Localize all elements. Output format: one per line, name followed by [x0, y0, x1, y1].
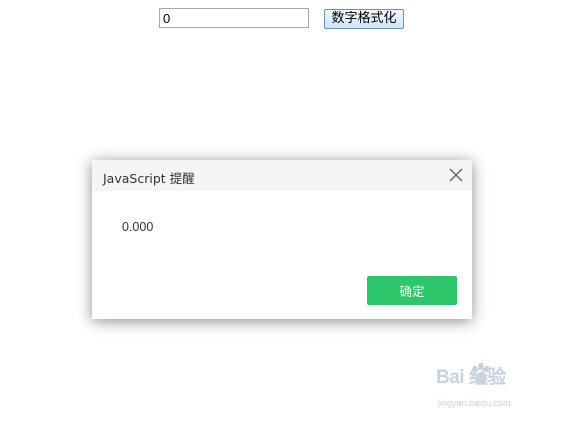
alert-dialog: JavaScript 提醒 0.000 确定: [92, 160, 472, 319]
dialog-title: JavaScript 提醒: [103, 171, 195, 186]
paw-icon: [472, 362, 490, 384]
baidu-jingyan-watermark: Bai 经验 jingyan.baidu.com: [436, 362, 546, 412]
number-input[interactable]: [159, 8, 309, 28]
dialog-header: JavaScript 提醒: [92, 160, 472, 191]
close-icon[interactable]: [448, 167, 464, 183]
dialog-message: 0.000: [122, 220, 154, 234]
format-number-button[interactable]: 数字格式化: [324, 9, 404, 29]
watermark-url: jingyan.baidu.com: [438, 398, 511, 408]
ok-button[interactable]: 确定: [367, 276, 457, 305]
